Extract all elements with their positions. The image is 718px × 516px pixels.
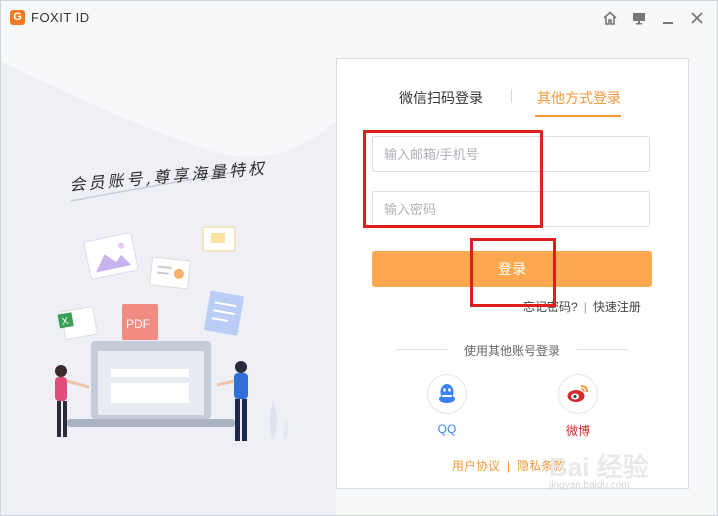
tab-divider [511,89,512,103]
weibo-icon [558,374,598,414]
other-login-label: 使用其他账号登录 [463,344,560,358]
qq-label: QQ [437,422,457,436]
app-title: FOXIT ID [31,10,90,25]
foxit-logo-icon: G [10,10,25,25]
tab-wechat-qr-login[interactable]: 微信扫码登录 [399,88,483,108]
qq-login-button[interactable]: QQ [427,374,467,436]
foxit-id-window: G FOXIT ID X PDF 会员账号,尊享海量特权 微信扫码登录 其他方式… [0,0,718,516]
weibo-label: 微博 [565,424,590,438]
tab-other-login[interactable]: 其他方式登录 [537,88,621,108]
promo-illustration: X PDF [1,35,336,515]
monitor-icon[interactable] [631,10,647,26]
link-separator: | [583,300,587,314]
qq-icon [427,374,467,414]
watermark-text: Bai 经验 [549,452,649,482]
title-bar: G FOXIT ID [1,1,717,35]
svg-text:PDF: PDF [126,317,150,331]
active-tab-indicator [535,115,621,117]
user-agreement-link[interactable]: 用户协议 [452,459,500,473]
annotation-box-login [470,238,556,307]
annotation-box-inputs [363,130,543,228]
baidu-watermark: Bai 经验 jingyan.baidu.com [549,447,649,491]
home-icon[interactable] [602,10,618,26]
weibo-login-button[interactable]: 微博 [558,374,598,439]
other-login-divider: 使用其他账号登录 [397,342,627,358]
minimize-icon[interactable] [660,10,676,26]
footer-separator: | [507,459,511,473]
register-link[interactable]: 快速注册 [593,300,641,314]
close-icon[interactable] [689,10,705,26]
